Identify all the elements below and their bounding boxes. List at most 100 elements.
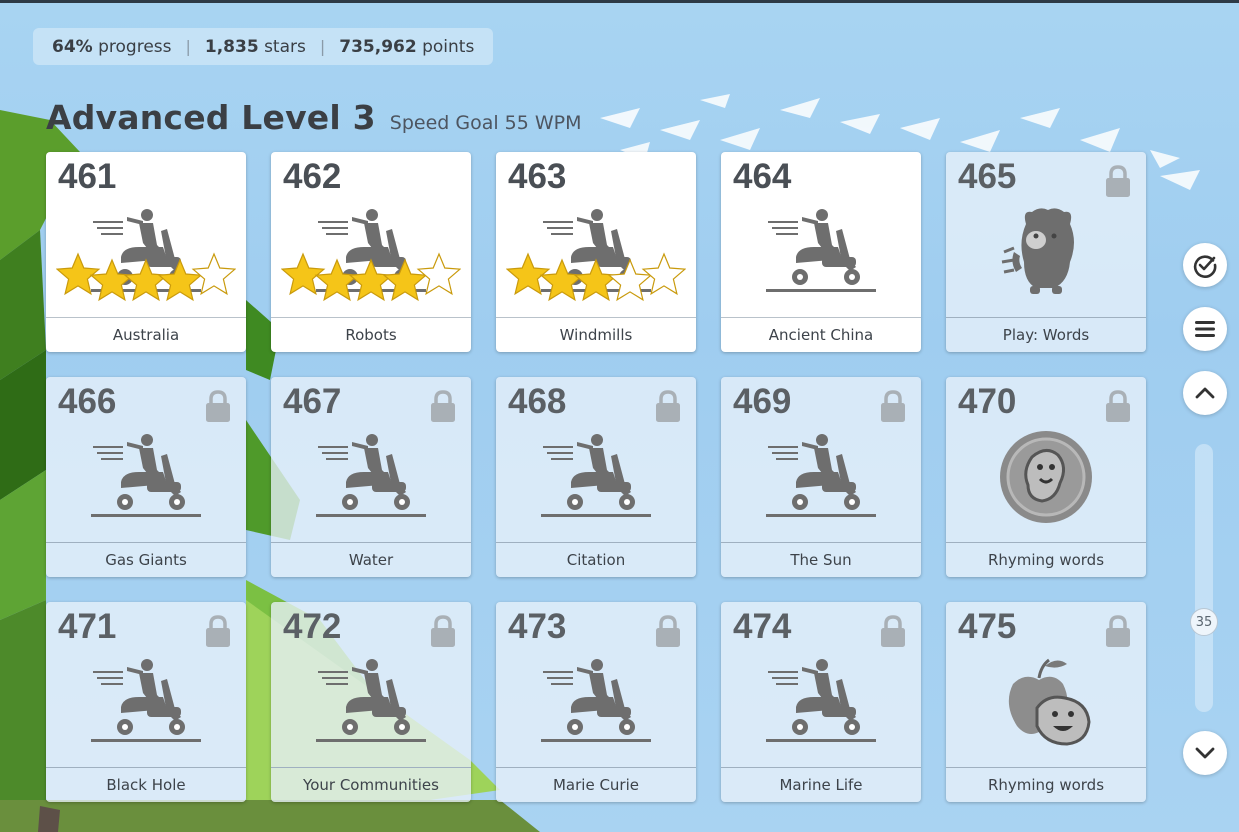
- lesson-illustration: [946, 192, 1146, 312]
- lesson-name: Marine Life: [721, 767, 921, 802]
- lesson-number: 473: [508, 607, 567, 646]
- lesson-name: Your Communities: [271, 767, 471, 802]
- menu-icon: [1195, 321, 1215, 337]
- lesson-stars: [506, 252, 686, 302]
- scooter-icon: [91, 434, 201, 517]
- menu-button[interactable]: [1183, 307, 1227, 351]
- star-icon: [157, 258, 203, 302]
- lesson-illustration: [721, 642, 921, 762]
- lesson-stars: [281, 252, 461, 302]
- lesson-number: 471: [58, 607, 117, 646]
- lesson-name: Rhyming words: [946, 542, 1146, 577]
- creature-coin-icon: [1000, 431, 1092, 523]
- lesson-name: Marie Curie: [496, 767, 696, 802]
- check-circle-button[interactable]: [1183, 243, 1227, 287]
- scroll-down-button[interactable]: [1183, 731, 1227, 775]
- star-icon: [607, 258, 653, 302]
- progress-stat: 64% progress: [52, 36, 172, 57]
- star-icon: [281, 252, 326, 296]
- points-stat: 735,962 points: [339, 36, 475, 57]
- progress-summary: 64% progress | 1,835 stars | 735,962 poi…: [33, 28, 494, 65]
- lesson-tile[interactable]: 464 Ancient China: [721, 152, 921, 352]
- lesson-name: Australia: [46, 317, 246, 352]
- star-icon: [506, 252, 551, 296]
- level-heading: Advanced Level 3 Speed Goal 55 WPM: [46, 98, 582, 137]
- scooter-icon: [541, 434, 651, 517]
- lesson-tile[interactable]: 468 Citation: [496, 377, 696, 577]
- lesson-tile[interactable]: 461 Australia: [46, 152, 246, 352]
- lesson-tile[interactable]: 467 Water: [271, 377, 471, 577]
- scooter-icon: [766, 434, 876, 517]
- lesson-name: Water: [271, 542, 471, 577]
- lesson-illustration: [46, 417, 246, 537]
- lesson-number: 465: [958, 157, 1017, 196]
- level-scroll-thumb[interactable]: 35: [1190, 608, 1218, 636]
- scooter-icon: [91, 659, 201, 742]
- chevron-up-icon: [1195, 387, 1215, 399]
- lesson-tile[interactable]: 463 Windmills: [496, 152, 696, 352]
- lesson-number: 472: [283, 607, 342, 646]
- star-icon: [416, 252, 461, 296]
- lesson-number: 470: [958, 382, 1017, 421]
- monster-game-icon: [1001, 208, 1074, 294]
- lesson-illustration: [496, 642, 696, 762]
- lesson-number: 462: [283, 157, 342, 196]
- lesson-name: Citation: [496, 542, 696, 577]
- lesson-tile[interactable]: 462 Robots: [271, 152, 471, 352]
- lesson-name: Rhyming words: [946, 767, 1146, 802]
- lesson-number: 475: [958, 607, 1017, 646]
- lesson-illustration: [496, 417, 696, 537]
- scooter-icon: [316, 659, 426, 742]
- lesson-tile[interactable]: 470 Rhyming words: [946, 377, 1146, 577]
- lesson-number: 467: [283, 382, 342, 421]
- star-icon: [539, 258, 585, 302]
- lesson-illustration: [946, 417, 1146, 537]
- lesson-name: Black Hole: [46, 767, 246, 802]
- lesson-name: The Sun: [721, 542, 921, 577]
- level-scroll-track[interactable]: [1195, 444, 1213, 712]
- lesson-illustration: [946, 642, 1146, 762]
- lesson-tile[interactable]: 473 Marie Curie: [496, 602, 696, 802]
- scooter-icon: [766, 209, 876, 292]
- speed-goal: Speed Goal 55 WPM: [389, 112, 582, 134]
- lesson-tile[interactable]: 471 Black Hole: [46, 602, 246, 802]
- lesson-stars: [56, 252, 236, 302]
- lesson-illustration: [721, 417, 921, 537]
- lesson-illustration: [271, 417, 471, 537]
- star-icon: [641, 252, 686, 296]
- stars-stat: 1,835 stars: [204, 36, 306, 57]
- lesson-illustration: [46, 642, 246, 762]
- lesson-name: Robots: [271, 317, 471, 352]
- lesson-tile[interactable]: 472 Your Communities: [271, 602, 471, 802]
- lesson-name: Ancient China: [721, 317, 921, 352]
- lesson-tile[interactable]: 475 Rhyming words: [946, 602, 1146, 802]
- check-circle-icon: [1193, 255, 1217, 278]
- star-icon: [382, 258, 428, 302]
- lesson-number: 466: [58, 382, 117, 421]
- scooter-icon: [541, 659, 651, 742]
- scroll-up-button[interactable]: [1183, 371, 1227, 415]
- lesson-name: Windmills: [496, 317, 696, 352]
- lesson-number: 464: [733, 157, 792, 196]
- star-icon: [348, 258, 394, 302]
- chevron-down-icon: [1195, 747, 1215, 759]
- star-icon: [191, 252, 236, 296]
- lesson-illustration: [721, 192, 921, 312]
- star-icon: [89, 258, 135, 302]
- scooter-icon: [766, 659, 876, 742]
- lesson-number: 468: [508, 382, 567, 421]
- lesson-tile[interactable]: 474 Marine Life: [721, 602, 921, 802]
- lesson-tile[interactable]: 469 The Sun: [721, 377, 921, 577]
- star-icon: [56, 252, 101, 296]
- star-icon: [123, 258, 169, 302]
- lesson-number: 469: [733, 382, 792, 421]
- lesson-name: Play: Words: [946, 317, 1146, 352]
- lesson-tile[interactable]: 465 Play: Words: [946, 152, 1146, 352]
- stat-separator: |: [319, 37, 326, 56]
- lesson-illustration: [271, 642, 471, 762]
- lesson-tile[interactable]: 466 Gas Giants: [46, 377, 246, 577]
- stat-separator: |: [185, 37, 191, 56]
- lesson-number: 463: [508, 157, 567, 196]
- apple-creature-icon: [1008, 658, 1091, 746]
- lesson-number: 461: [58, 157, 117, 196]
